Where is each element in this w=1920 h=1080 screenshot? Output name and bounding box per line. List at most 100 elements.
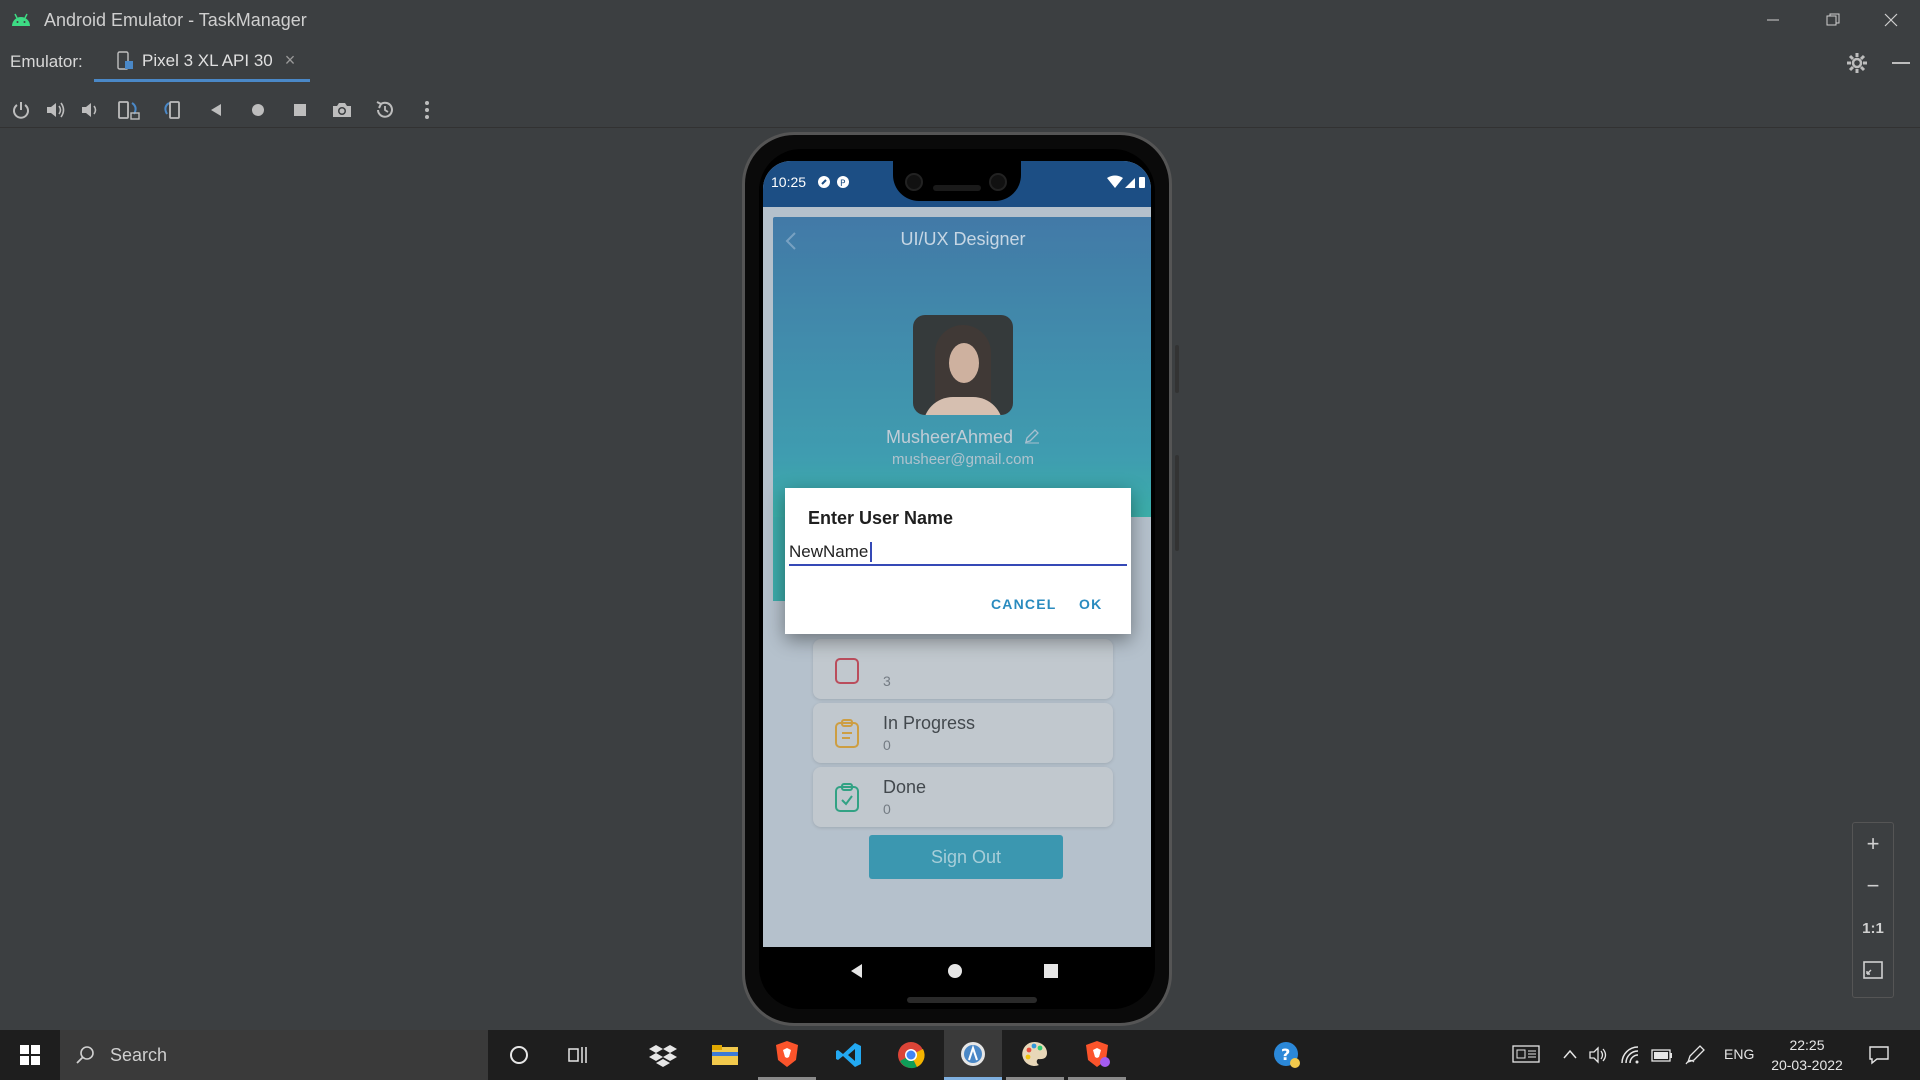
restore-icon	[1826, 13, 1840, 26]
cortana-button[interactable]	[490, 1030, 548, 1080]
power-button[interactable]	[7, 96, 35, 124]
zoom-controls: + − 1:1	[1852, 822, 1894, 998]
nav-overview-icon[interactable]	[1041, 961, 1061, 981]
status-notification-icons: P	[818, 176, 849, 189]
emulator-label: Emulator:	[10, 52, 83, 71]
android-icon	[12, 13, 30, 26]
rotate-right-icon	[164, 101, 180, 119]
chrome-icon	[898, 1042, 925, 1069]
overview-nav-button[interactable]	[286, 96, 314, 124]
fit-screen-icon	[1863, 961, 1883, 979]
dropbox-icon	[649, 1045, 677, 1067]
nav-back-icon[interactable]	[847, 961, 867, 981]
volume-keys	[1175, 455, 1179, 551]
dropbox-app[interactable]	[634, 1030, 692, 1080]
back-nav-button[interactable]	[202, 96, 230, 124]
brave-icon	[776, 1040, 798, 1067]
file-explorer-app[interactable]	[696, 1030, 754, 1080]
power-icon	[13, 102, 29, 119]
android-studio-icon	[961, 1041, 985, 1066]
screenshot-button[interactable]	[328, 96, 356, 124]
zoom-out-button[interactable]: −	[1853, 865, 1893, 907]
emulator-header: Emulator: Pixel 3 XL API 30 ×	[0, 42, 1920, 82]
overview-square-icon	[294, 104, 306, 116]
settings-button[interactable]	[1844, 50, 1870, 76]
more-button[interactable]	[413, 96, 441, 124]
text-caret	[870, 542, 872, 562]
dialog-title: Enter User Name	[808, 508, 954, 528]
enter-user-name-dialog: Enter User Name NewName CANCEL OK	[785, 488, 1131, 634]
more-icon	[425, 101, 429, 119]
tab-close-icon[interactable]: ×	[285, 50, 296, 71]
volume-down-button[interactable]	[77, 96, 105, 124]
android-nav-bar	[763, 947, 1151, 995]
volume-down-icon	[82, 103, 97, 117]
android-studio-app[interactable]	[944, 1030, 1002, 1080]
vscode-icon	[836, 1043, 861, 1067]
rotate-left-icon	[118, 101, 140, 120]
windows-taskbar: Search ? ENG 22:25 20-03-2022	[0, 1030, 1920, 1080]
fit-screen-button[interactable]	[1853, 949, 1893, 991]
home-circle-icon	[252, 104, 264, 116]
volume-up-button[interactable]	[42, 96, 70, 124]
brave-beta-app[interactable]	[1068, 1030, 1126, 1080]
brave-browser-app[interactable]	[758, 1030, 816, 1080]
minimize-icon	[1767, 19, 1779, 21]
user-name-input[interactable]: NewName	[789, 540, 1127, 566]
search-label: Search	[110, 1044, 168, 1065]
svg-text:P: P	[840, 179, 846, 189]
vscode-app[interactable]	[820, 1030, 878, 1080]
taskbar-search[interactable]: Search	[60, 1030, 488, 1080]
close-window-button[interactable]	[1862, 0, 1920, 40]
front-camera-2	[989, 173, 1007, 191]
language-indicator[interactable]: ENG	[1724, 1046, 1754, 1062]
device-tab[interactable]: Pixel 3 XL API 30 ×	[94, 42, 310, 82]
palette-icon	[1022, 1041, 1047, 1066]
volume-up-icon	[47, 102, 65, 118]
brave-beta-icon	[1086, 1040, 1110, 1067]
nav-home-icon[interactable]	[945, 961, 965, 981]
task-view-button[interactable]	[550, 1030, 608, 1080]
start-button[interactable]	[0, 1030, 60, 1080]
input-indicator-icon[interactable]	[1512, 1044, 1540, 1064]
paint-app[interactable]	[1006, 1030, 1064, 1080]
battery-icon[interactable]	[1650, 1045, 1674, 1065]
earpiece	[933, 185, 981, 191]
zoom-in-button[interactable]: +	[1853, 823, 1893, 865]
wifi-icon[interactable]	[1620, 1045, 1642, 1065]
minimize-button[interactable]	[1744, 0, 1802, 40]
power-key	[1175, 345, 1179, 393]
task-view-icon	[568, 1047, 587, 1063]
svg-text:?: ?	[1281, 1045, 1290, 1064]
help-app[interactable]: ?	[1258, 1030, 1316, 1080]
clock[interactable]: 22:25 20-03-2022	[1762, 1035, 1852, 1075]
emulator-toolbar	[0, 88, 1920, 128]
zoom-one-to-one-button[interactable]: 1:1	[1853, 907, 1893, 949]
windows-logo-icon	[20, 1045, 40, 1065]
ok-button[interactable]: OK	[1079, 596, 1102, 612]
rotate-left-button[interactable]	[115, 96, 143, 124]
pen-icon[interactable]	[1684, 1044, 1706, 1066]
device-icon	[117, 50, 133, 70]
chevron-up-icon[interactable]	[1562, 1048, 1578, 1060]
home-nav-button[interactable]	[244, 96, 272, 124]
front-camera	[905, 173, 923, 191]
help-icon: ?	[1274, 1042, 1300, 1068]
snapshot-button[interactable]	[371, 96, 399, 124]
rotate-right-button[interactable]	[158, 96, 186, 124]
status-system-icons	[1107, 175, 1145, 188]
hide-panel-button[interactable]	[1888, 50, 1914, 76]
chrome-app[interactable]	[882, 1030, 940, 1080]
restore-button[interactable]	[1804, 0, 1862, 40]
cancel-button[interactable]: CANCEL	[991, 596, 1057, 612]
minus-icon	[1892, 62, 1910, 64]
snapshot-icon	[376, 101, 393, 118]
folder-icon	[712, 1045, 738, 1065]
status-time: 10:25	[771, 174, 807, 190]
clock-time: 22:25	[1789, 1037, 1825, 1053]
device-tab-label: Pixel 3 XL API 30	[142, 50, 273, 70]
speaker-icon[interactable]	[1588, 1045, 1610, 1065]
notification-center-icon[interactable]	[1868, 1044, 1890, 1066]
gear-icon	[1847, 53, 1867, 73]
camera-notch	[893, 161, 1021, 201]
